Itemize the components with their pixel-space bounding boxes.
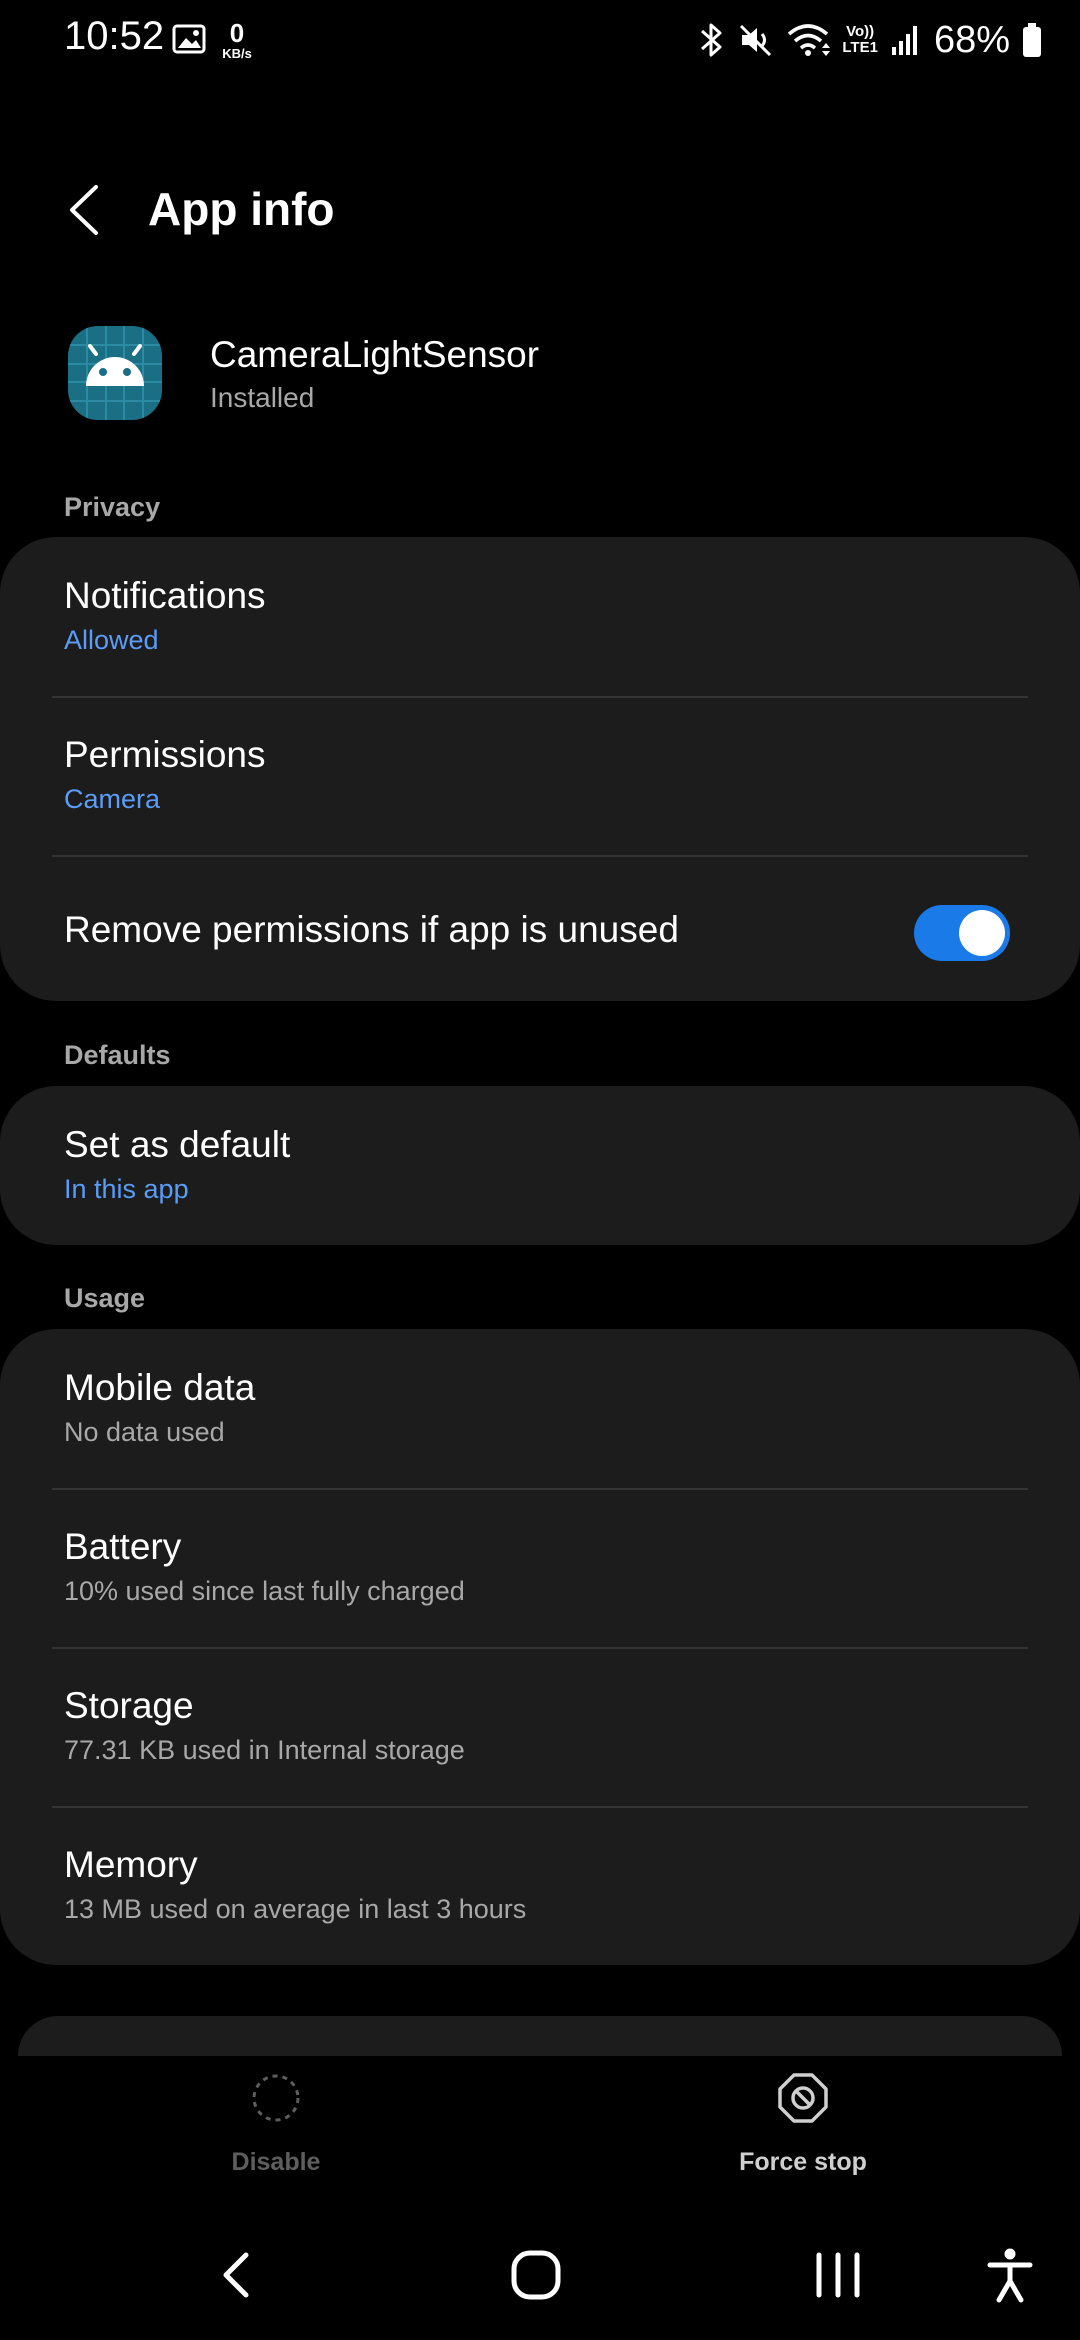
nav-accessibility-button[interactable] [970, 2242, 1050, 2308]
nav-recents-button[interactable] [798, 2242, 878, 2308]
disable-icon [252, 2074, 300, 2122]
network-speed-value: 0 [229, 18, 245, 48]
memory-row[interactable]: Memory 13 MB used on average in last 3 h… [0, 1806, 1080, 1965]
row-title: Permissions [64, 734, 266, 775]
row-title: Notifications [64, 575, 266, 616]
navigation-bar [0, 2220, 1080, 2340]
app-name: CameraLightSensor [210, 334, 540, 375]
app-install-status: Installed [210, 382, 315, 413]
nav-recents-icon [816, 2252, 860, 2298]
row-subtitle: 77.31 KB used in Internal storage [64, 1735, 465, 1765]
status-icons: Vo)) LTE1 68% [698, 16, 1042, 64]
privacy-card: Notifications Allowed Permissions Camera… [0, 537, 1080, 1001]
network-speed: 0 KB/s [215, 20, 259, 60]
app-bar: App info [0, 150, 1080, 270]
nav-back-icon [223, 2252, 249, 2298]
battery-row[interactable]: Battery 10% used since last fully charge… [0, 1488, 1080, 1647]
chevron-left-icon [70, 185, 98, 235]
row-title: Memory [64, 1844, 198, 1885]
row-subtitle: Camera [64, 784, 161, 814]
nav-home-button[interactable] [496, 2242, 576, 2308]
force-stop-icon [778, 2073, 828, 2123]
disable-label: Disable [231, 2148, 321, 2176]
section-label-privacy: Privacy [64, 492, 161, 522]
volte-indicator: Vo)) LTE1 [842, 24, 878, 56]
section-label-defaults: Defaults [64, 1040, 171, 1070]
toggle-knob [959, 910, 1005, 956]
permissions-row[interactable]: Permissions Camera [0, 696, 1080, 855]
nav-back-button[interactable] [196, 2242, 276, 2308]
page-title: App info [148, 183, 335, 235]
accessibility-icon [987, 2248, 1033, 2303]
row-subtitle: 10% used since last fully charged [64, 1576, 465, 1606]
network-speed-unit: KB/s [222, 46, 252, 61]
section-label-usage: Usage [64, 1283, 146, 1313]
bottom-action-bar: Disable Force stop [0, 2056, 1080, 2196]
remove-permissions-toggle[interactable] [914, 905, 1010, 961]
set-as-default-row[interactable]: Set as default In this app [0, 1086, 1080, 1245]
row-title: Storage [64, 1685, 194, 1726]
back-button[interactable] [58, 180, 110, 240]
next-card-peek [18, 2016, 1062, 2056]
wifi-icon [786, 22, 831, 58]
mobile-data-row[interactable]: Mobile data No data used [0, 1329, 1080, 1488]
nav-home-icon [511, 2250, 561, 2300]
gallery-icon [172, 24, 206, 54]
storage-row[interactable]: Storage 77.31 KB used in Internal storag… [0, 1647, 1080, 1806]
disable-button[interactable]: Disable [166, 2070, 386, 2177]
row-title: Mobile data [64, 1367, 256, 1408]
force-stop-button[interactable]: Force stop [693, 2070, 913, 2177]
volte-bottom: LTE1 [842, 39, 878, 56]
battery-icon [1022, 22, 1042, 58]
row-title: Set as default [64, 1124, 291, 1165]
usage-card: Mobile data No data used Battery 10% use… [0, 1329, 1080, 1965]
row-title: Remove permissions if app is unused [64, 909, 679, 950]
notifications-row[interactable]: Notifications Allowed [0, 537, 1080, 696]
defaults-card: Set as default In this app [0, 1086, 1080, 1245]
status-time: 10:52 [64, 14, 165, 58]
app-header: CameraLightSensor Installed [0, 320, 1080, 430]
row-subtitle: Allowed [64, 625, 159, 655]
row-subtitle: In this app [64, 1174, 189, 1204]
mute-icon [738, 22, 774, 58]
android-app-icon [68, 326, 162, 420]
row-subtitle: No data used [64, 1417, 225, 1447]
row-title: Battery [64, 1526, 182, 1567]
row-subtitle: 13 MB used on average in last 3 hours [64, 1894, 527, 1924]
volte-top: Vo)) [846, 23, 875, 41]
remove-permissions-row[interactable]: Remove permissions if app is unused [0, 855, 1080, 1001]
battery-percent: 68% [933, 18, 1010, 61]
signal-icon [890, 23, 920, 57]
force-stop-label: Force stop [739, 2148, 867, 2176]
status-bar: 10:52 0 KB/s Vo)) LTE1 68% [0, 0, 1080, 80]
bluetooth-icon [698, 21, 726, 59]
